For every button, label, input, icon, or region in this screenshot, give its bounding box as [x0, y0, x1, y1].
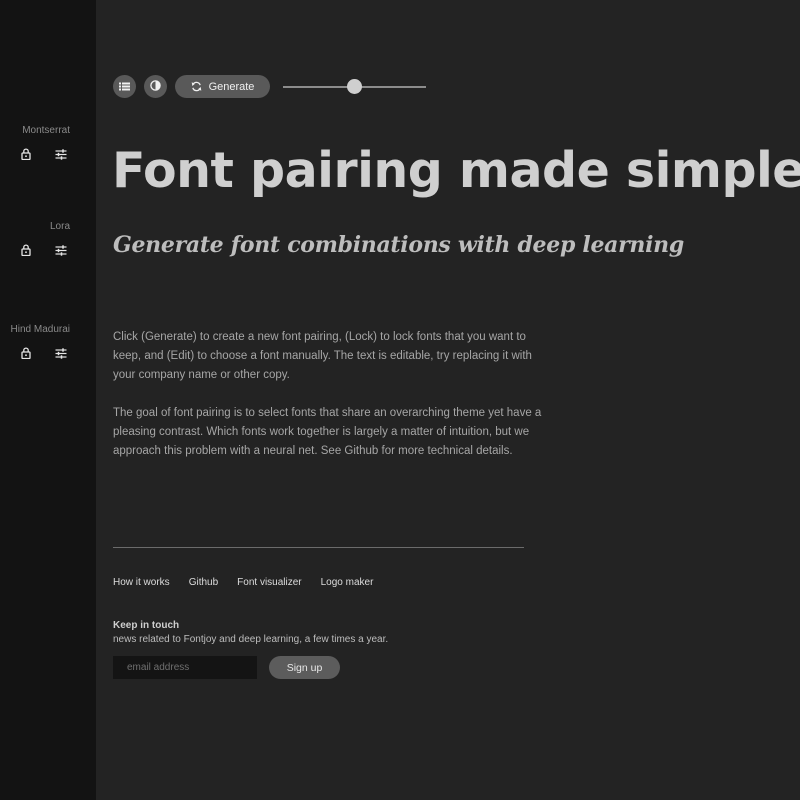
lock-icon[interactable]: [19, 147, 33, 161]
generate-label: Generate: [208, 80, 255, 93]
link-how-it-works[interactable]: How it works: [113, 577, 170, 588]
signup-button[interactable]: Sign up: [269, 656, 340, 679]
generate-button[interactable]: Generate: [175, 75, 270, 98]
sliders-icon[interactable]: [54, 243, 68, 257]
slider-thumb[interactable]: [347, 79, 362, 94]
link-font-visualizer[interactable]: Font visualizer: [237, 577, 301, 588]
paragraph[interactable]: Click (Generate) to create a new font pa…: [113, 328, 543, 385]
sliders-icon[interactable]: [54, 147, 68, 161]
font-name-primary: Montserrat: [22, 125, 70, 136]
list-icon: [119, 78, 130, 96]
refresh-icon: [191, 81, 202, 92]
lock-icon[interactable]: [19, 346, 33, 360]
keep-in-touch-title: Keep in touch: [113, 620, 180, 631]
divider: [113, 547, 524, 548]
contrast-icon: [150, 78, 161, 96]
link-logo-maker[interactable]: Logo maker: [321, 577, 374, 588]
main-content: Generate Font pairing made simple Genera…: [96, 0, 800, 800]
email-input[interactable]: [113, 656, 257, 679]
font-name-secondary: Lora: [49, 221, 70, 232]
contrast-toggle-button[interactable]: [144, 75, 167, 98]
list-view-button[interactable]: [113, 75, 136, 98]
lock-icon[interactable]: [19, 243, 33, 257]
keep-in-touch-description: news related to Fontjoy and deep learnin…: [113, 634, 389, 645]
subheadline[interactable]: Generate font combinations with deep lea…: [113, 232, 684, 258]
body-text[interactable]: Click (Generate) to create a new font pa…: [113, 328, 543, 480]
sidebar: Montserrat Lora Hind Madurai: [0, 0, 96, 800]
link-github[interactable]: Github: [189, 577, 218, 588]
sliders-icon[interactable]: [54, 346, 68, 360]
font-name-body: Hind Madurai: [10, 324, 70, 335]
contrast-slider[interactable]: [283, 75, 426, 98]
paragraph[interactable]: The goal of font pairing is to select fo…: [113, 404, 543, 461]
headline[interactable]: Font pairing made simple: [112, 142, 800, 199]
footer-nav: How it works Github Font visualizer Logo…: [113, 577, 373, 588]
